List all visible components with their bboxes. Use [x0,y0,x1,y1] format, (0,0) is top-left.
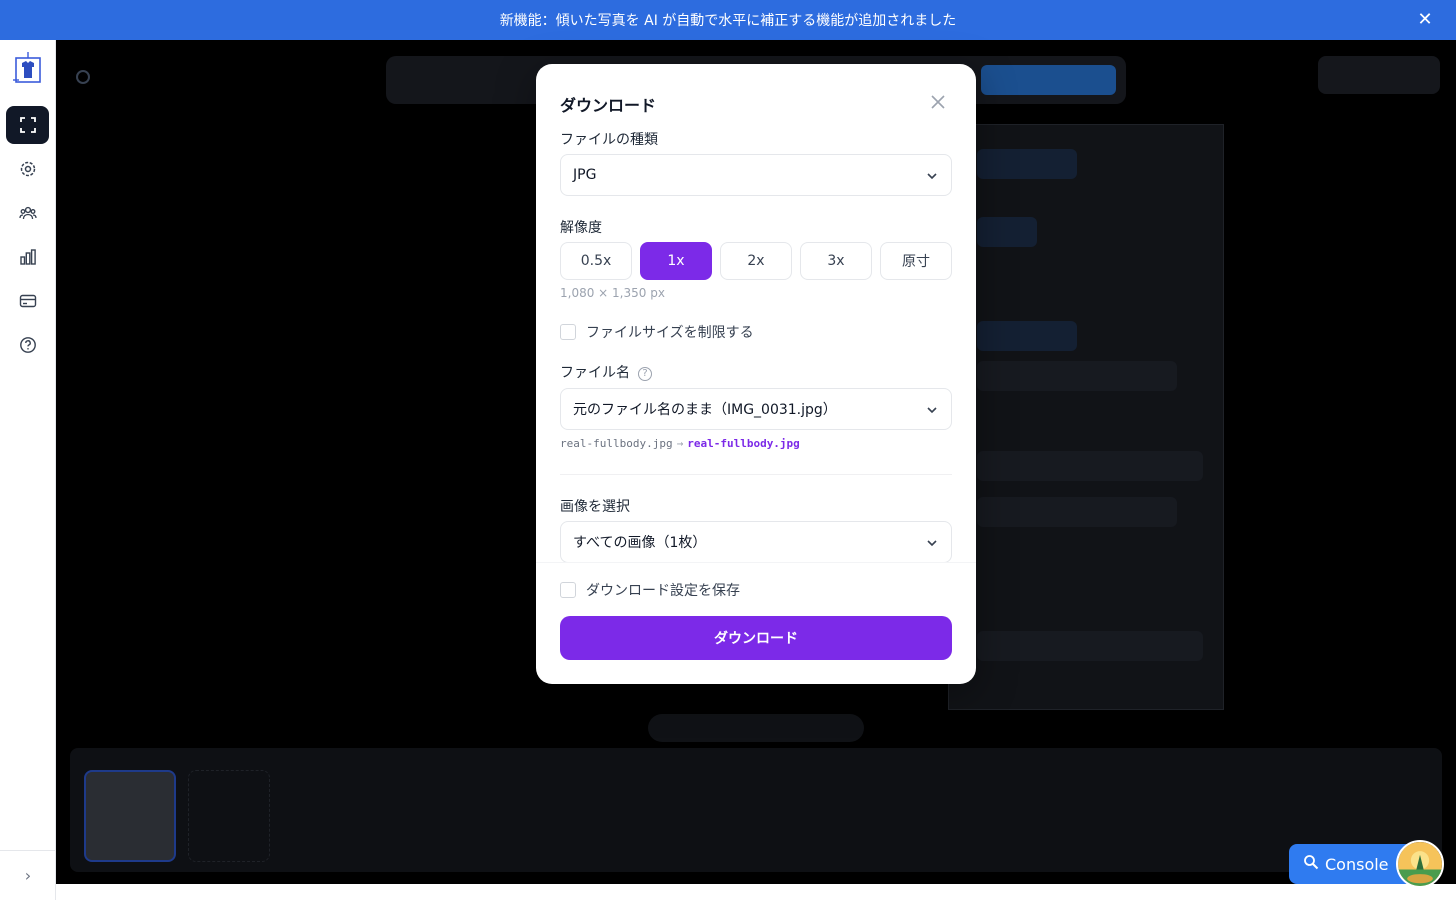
arrow-right-icon: → [676,437,684,450]
sidebar-item-team[interactable] [6,194,49,232]
resolution-dimensions: 1,080 × 1,350 px [560,286,665,300]
save-settings-label: ダウンロード設定を保存 [586,583,740,599]
close-icon [931,95,945,109]
panel-row [977,451,1203,481]
limit-size-checkbox-row[interactable]: ファイルサイズを制限する [560,322,754,342]
sidebar: › [0,40,56,900]
sidebar-item-analytics[interactable] [6,238,49,276]
resolution-options: 0.5x 1x 2x 3x 原寸 [560,242,952,280]
panel-chip [977,217,1037,247]
file-name-label: ファイル名 [560,365,630,381]
console-label: Console [1325,854,1389,874]
help-icon[interactable]: ? [638,367,652,381]
editor-filename-pill [648,714,864,742]
resolution-option-selected[interactable]: 1x [640,242,712,280]
image-select-label: 画像を選択 [560,499,630,515]
file-name-preview: real-fullbody.jpg → real-fullbody.jpg [560,437,800,450]
file-type-select[interactable]: JPG [560,154,952,196]
panel-row [977,361,1177,391]
limit-size-label: ファイルサイズを制限する [586,325,754,341]
file-name-value: 元のファイル名のまま（IMG_0031.jpg） [573,402,837,418]
search-icon [1303,854,1319,874]
sidebar-item-settings[interactable] [6,150,49,188]
gear-icon [20,161,35,177]
add-image-tile [188,770,270,862]
zoom-out-icon [76,70,90,84]
file-name-preview-from: real-fullbody.jpg [560,437,673,450]
modal-title: ダウンロード [560,96,657,115]
resolution-option[interactable]: 原寸 [880,242,952,280]
announcement-banner: 新機能：傾いた写真を AI が自動で水平に補正する機能が追加されました ✕ [0,0,1456,40]
panel-tab [977,149,1077,179]
thumbnail-strip [70,748,1442,872]
chevron-down-icon [927,173,937,180]
image-select-value: すべての画像（1枚） [573,535,707,551]
users-icon [18,206,37,220]
file-name-select[interactable]: 元のファイル名のまま（IMG_0031.jpg） [560,388,952,430]
thumbnail-image [84,770,176,862]
resolution-option[interactable]: 0.5x [560,242,632,280]
save-settings-checkbox-row[interactable]: ダウンロード設定を保存 [560,580,740,600]
download-button[interactable]: ダウンロード [560,616,952,660]
chevron-down-icon [927,407,937,414]
banner-text: 新機能：傾いた写真を AI が自動で水平に補正する機能が追加されました [499,13,957,29]
file-name-label-row: ファイル名? [560,362,652,382]
file-type-label: ファイルの種類 [560,132,658,148]
sidebar-item-billing[interactable] [6,282,49,320]
assistant-avatar[interactable] [1396,840,1444,888]
file-type-value: JPG [573,167,597,183]
sidebar-item-help[interactable] [6,326,49,364]
credit-card-icon [19,294,36,308]
panel-row [977,631,1203,661]
resolution-option[interactable]: 3x [800,242,872,280]
modal-close-button[interactable] [928,92,948,112]
chevron-right-icon: › [24,866,32,885]
editor-right-button [1318,56,1440,94]
app-logo[interactable] [13,50,43,84]
chevron-down-icon [927,540,937,547]
bar-chart-icon [19,249,36,265]
editor-side-panel [948,124,1224,710]
divider [560,474,952,475]
banner-close-icon[interactable]: ✕ [1416,11,1434,29]
limit-size-checkbox[interactable] [560,324,576,340]
crop-frame-icon [19,117,36,133]
download-modal: ダウンロード ファイルの種類 JPG 解像度 0.5x 1x 2x 3x 原寸 … [536,64,976,684]
file-name-preview-to: real-fullbody.jpg [687,437,800,450]
panel-toggle [977,321,1077,351]
sidebar-item-crop[interactable] [6,106,49,144]
zoom-toolbar [76,60,90,94]
footer-divider [536,562,976,563]
image-select[interactable]: すべての画像（1枚） [560,521,952,563]
help-circle-icon [19,337,36,353]
panel-row [977,497,1177,527]
editor-download-button [981,65,1116,95]
save-settings-checkbox[interactable] [560,582,576,598]
resolution-label: 解像度 [560,220,602,236]
resolution-option[interactable]: 2x [720,242,792,280]
bottom-strip [56,884,1456,900]
sidebar-expand-button[interactable]: › [0,850,56,900]
